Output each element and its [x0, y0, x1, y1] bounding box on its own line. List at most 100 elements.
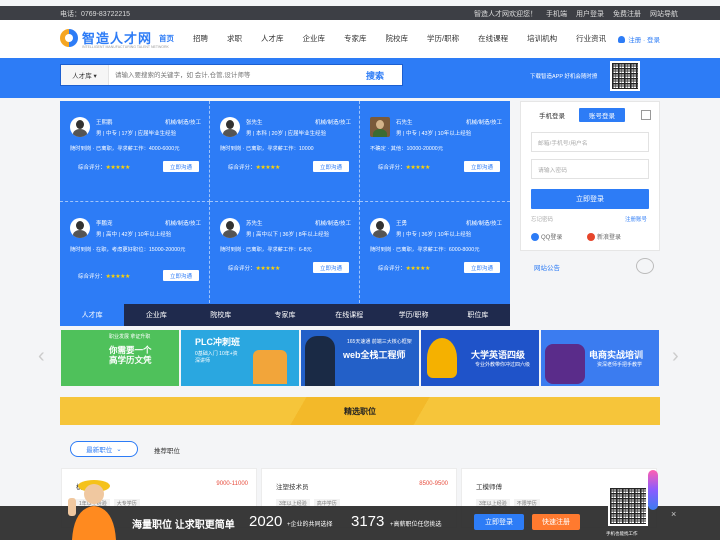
talent-grid: 王熙鹏 机械/制造/技工 男 | 中专 | 17岁 | 应届毕业生经验 随时到岗…	[60, 101, 510, 304]
talent-status: 随时到岗 · 已离职，寻求薪工作：4000-6000元	[70, 146, 180, 152]
nav-courses[interactable]: 在线课程	[478, 33, 508, 44]
company-count-label: +企业的共同选择	[287, 522, 333, 528]
talent-status: 不确定 · 其他：10000-20000元	[370, 146, 444, 152]
main-nav: 首页 招聘 求职 人才库 企业库 专家库 院校库 学历/职称 在线课程 培训机构…	[159, 33, 625, 44]
talent-info: 男 | 中专 | 17岁 | 应届毕业生经验	[96, 131, 177, 137]
talent-card[interactable]: 王熙鹏 机械/制造/技工 男 | 中专 | 17岁 | 应届毕业生经验 随时到岗…	[60, 101, 210, 202]
promo-register-button[interactable]: 快速注册	[532, 514, 580, 530]
talent-status: 随时到岗 · 已离职，寻求薪工作：6000-8000元	[370, 247, 480, 253]
latest-jobs-tab[interactable]: 最新职位 ⌄	[70, 441, 138, 457]
chat-button[interactable]: 立即沟通	[163, 161, 199, 172]
talent-trade: 机械/制造/技工	[314, 221, 351, 227]
qq-login[interactable]: QQ登录	[531, 232, 562, 241]
top-bar: 电话：0769-83722215 智造人才网欢迎您！ 手机端 用户登录 免费注册…	[0, 6, 720, 20]
forgot-password-link[interactable]: 忘记密码	[531, 215, 553, 223]
nav-home[interactable]: 首页	[159, 33, 174, 44]
weibo-icon	[587, 232, 595, 241]
talent-name: 李鹏宠	[96, 221, 113, 227]
app-qr-code	[610, 61, 640, 91]
banner-next-icon[interactable]: ›	[672, 345, 679, 368]
weibo-login[interactable]: 新浪登录	[587, 232, 621, 241]
tab-account-login[interactable]: 账号登录	[579, 108, 625, 122]
chat-button[interactable]: 立即沟通	[163, 270, 199, 281]
banner-english[interactable]: 大学英语四级 专业外教带你冲过四六级	[421, 330, 539, 386]
star-icon: ★★★★★	[105, 165, 131, 171]
register-account-link[interactable]: 注册账号	[625, 215, 647, 223]
nav-jobs[interactable]: 招聘	[193, 33, 208, 44]
star-icon: ★★★★★	[405, 266, 431, 272]
recommended-jobs-tab[interactable]: 推荐职位	[154, 445, 180, 455]
qq-icon	[531, 232, 539, 241]
nav-seek[interactable]: 求职	[227, 33, 242, 44]
talent-status: 随时到岗 · 在职，考虑更好职位：15000-20000元	[70, 247, 186, 253]
login-panel: 手机登录 账号登录 邮箱/手机号/用户名 请输入密码 立即登录 忘记密码 注册账…	[520, 101, 660, 251]
banner-web[interactable]: web全栈工程师 165天速通 前端三大核心框架	[301, 330, 419, 386]
mobile-link[interactable]: 手机端	[546, 9, 567, 19]
talent-card[interactable]: 苏先生 机械/制造/技工 男 | 高中以下 | 36岁 | 8年以上经验 随时到…	[210, 202, 360, 303]
site-notice-title[interactable]: 网站公告	[534, 262, 560, 272]
star-icon: ★★★★★	[105, 274, 131, 280]
chat-button[interactable]: 立即沟通	[313, 262, 349, 273]
free-register-link[interactable]: 免费注册	[613, 9, 641, 19]
search-type-select[interactable]: 人才库 ▾	[61, 65, 109, 85]
user-icon	[618, 35, 626, 43]
chat-button[interactable]: 立即沟通	[313, 161, 349, 172]
avatar	[370, 117, 390, 137]
banner-ecommerce[interactable]: 电商实战培训 资深老师手把手教学	[541, 330, 659, 386]
nav-degree[interactable]: 学历/职称	[427, 33, 459, 44]
nav-expert[interactable]: 专家库	[344, 33, 367, 44]
job-salary: 8500-9500	[419, 481, 448, 487]
talent-card[interactable]: 张先生 机械/制造/技工 男 | 本科 | 20岁 | 应届毕业生经验 随时到岗…	[210, 101, 360, 202]
user-login-link[interactable]: 用户登录	[576, 9, 604, 19]
banner-degree[interactable]: 你需要一个 高学历文凭 职业发展 拿证升职	[61, 330, 179, 386]
job-title: 工模师傅	[476, 484, 502, 491]
site-nav-link[interactable]: 网站导航	[650, 9, 678, 19]
tab-phone-login[interactable]: 手机登录	[529, 108, 575, 122]
talent-score: 综合评分：★★★★★	[78, 165, 131, 171]
decor-ribbon	[648, 470, 658, 510]
login-button[interactable]: 立即登录	[531, 189, 649, 209]
search-box: 人才库 ▾	[60, 64, 349, 86]
promo-login-button[interactable]: 立即登录	[474, 514, 524, 530]
tab-company[interactable]: 企业库	[124, 304, 188, 326]
close-icon[interactable]: ×	[671, 509, 676, 519]
talent-trade: 机械/制造/技工	[164, 120, 201, 126]
qr-login-icon[interactable]	[641, 110, 651, 120]
search-input[interactable]	[109, 65, 348, 85]
nav-college[interactable]: 院校库	[386, 33, 409, 44]
tab-degree[interactable]: 学历/职称	[381, 304, 445, 326]
nav-training[interactable]: 培训机构	[527, 33, 557, 44]
site-logo[interactable]: 智造人才网 INTELLIGENT MANUFACTURING TALENT N…	[60, 28, 169, 49]
talent-name: 王勇	[396, 221, 408, 227]
avatar	[70, 117, 90, 137]
tab-expert[interactable]: 专家库	[253, 304, 317, 326]
tab-college[interactable]: 院校库	[189, 304, 253, 326]
talent-score: 综合评分：★★★★★	[228, 165, 280, 171]
search-button[interactable]: 搜索	[348, 64, 403, 86]
talent-status: 随时到岗 · 已离职，寻求薪工作：10000	[220, 146, 314, 152]
talent-name: 王熙鹏	[96, 120, 113, 126]
talent-card[interactable]: 石先生 机械/制造/技工 男 | 中专 | 43岁 | 10年以上经验 不确定 …	[360, 101, 510, 202]
talent-trade: 机械/制造/技工	[164, 221, 201, 227]
header-login-link[interactable]: 注册 · 登录	[618, 34, 660, 44]
star-icon: ★★★★★	[405, 165, 431, 171]
talent-card[interactable]: 李鹏宠 机械/制造/技工 男 | 高中 | 42岁 | 10年以上经验 随时到岗…	[60, 202, 210, 303]
talent-score: 综合评分：★★★★★	[378, 165, 431, 171]
talent-card[interactable]: 王勇 机械/制造/技工 男 | 中专 | 36岁 | 10年以上经验 随时到岗 …	[360, 202, 510, 303]
positions-title: 精选职位	[344, 407, 376, 416]
nav-company[interactable]: 企业库	[303, 33, 326, 44]
username-field[interactable]: 邮箱/手机号/用户名	[531, 132, 649, 152]
talent-info: 男 | 本科 | 20岁 | 应届毕业生经验	[246, 131, 327, 137]
nav-news[interactable]: 行业资讯	[576, 33, 606, 44]
banner-plc[interactable]: PLC冲刺班 0基础入门 10年+资深讲师	[181, 330, 299, 386]
password-field[interactable]: 请输入密码	[531, 159, 649, 179]
tab-jobs[interactable]: 职位库	[446, 304, 510, 326]
tab-talent[interactable]: 人才库	[60, 304, 125, 326]
nav-talent[interactable]: 人才库	[261, 33, 284, 44]
talent-trade: 机械/制造/技工	[465, 120, 502, 126]
job-count: 3173	[351, 513, 385, 530]
chat-button[interactable]: 立即沟通	[464, 262, 500, 273]
chat-button[interactable]: 立即沟通	[464, 161, 500, 172]
banner-prev-icon[interactable]: ‹	[38, 345, 45, 368]
tab-courses[interactable]: 在线课程	[317, 304, 381, 326]
